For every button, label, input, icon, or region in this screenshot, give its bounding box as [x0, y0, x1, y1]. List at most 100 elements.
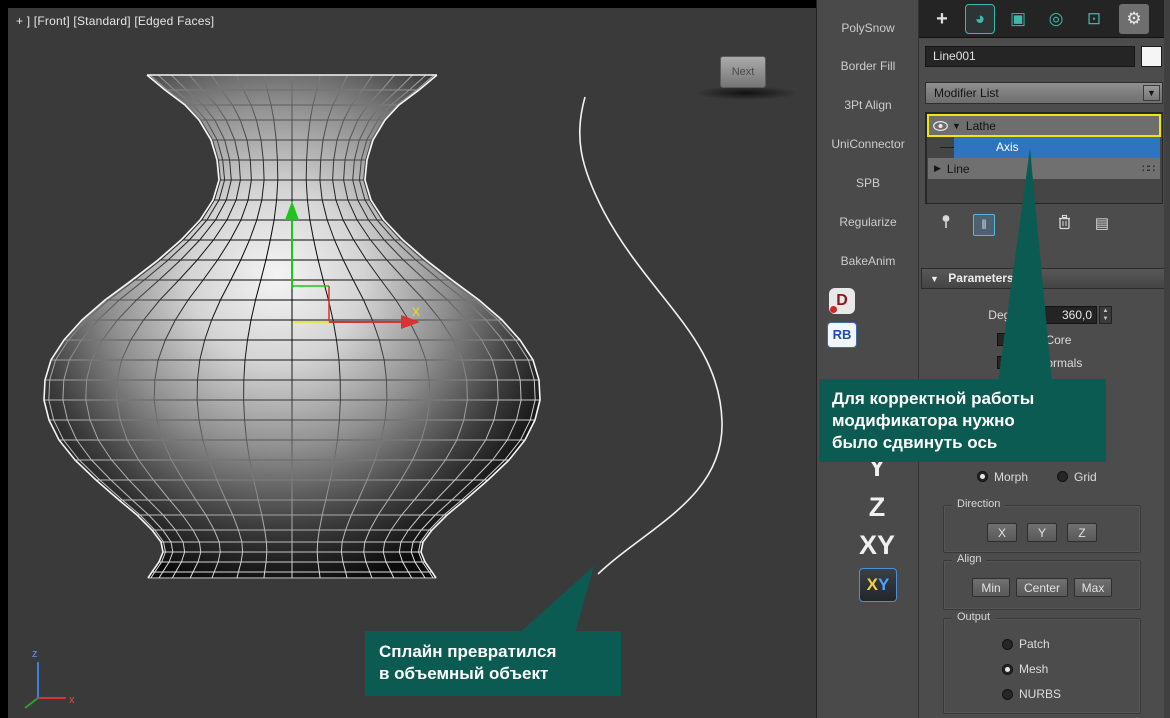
- stack-line-label: Line: [946, 161, 970, 176]
- axis-callout-line3: было сдвинуть ось: [832, 433, 998, 452]
- stack-lathe-label: Lathe: [965, 118, 996, 133]
- weld-core-checkbox[interactable]: [997, 333, 1010, 346]
- tripod-x-label: x: [69, 694, 75, 706]
- direction-x-button[interactable]: X: [987, 523, 1017, 542]
- rollout-arrow-icon: ▼: [930, 274, 939, 284]
- command-panel: + ◕ ▣ ◎ ⊡ ⚙ Line001 Modifier List ▼ ▼ La…: [918, 0, 1170, 718]
- parameters-rollout-header[interactable]: ▼ Parameters: [921, 268, 1169, 289]
- viewport-label[interactable]: + ] [Front] [Standard] [Edged Faces]: [16, 14, 214, 28]
- spline-callout-line2: в объемный объект: [379, 664, 549, 683]
- patch-label: Patch: [1019, 637, 1050, 651]
- grid-label: Grid: [1074, 470, 1097, 484]
- plugin-rb-icon[interactable]: RB: [827, 322, 857, 348]
- plugin-d-icon[interactable]: D: [829, 288, 855, 314]
- degrees-spinner[interactable]: ▲ ▼: [1099, 306, 1112, 324]
- align-center-button[interactable]: Center: [1016, 578, 1068, 597]
- vase-wireframe[interactable]: [43, 74, 541, 579]
- modifiers-toolbar: PolySnow Border Fill 3Pt Align UniConnec…: [816, 0, 918, 718]
- toolbar-button-bakeanim[interactable]: BakeAnim: [818, 250, 918, 272]
- spline-callout-line1: Сплайн превратился: [379, 642, 557, 661]
- degrees-label: Degrees:: [988, 308, 1037, 322]
- remove-modifier-trash-icon[interactable]: [1053, 214, 1075, 236]
- viewport-canvas[interactable]: X z x: [8, 8, 816, 718]
- object-color-swatch[interactable]: [1141, 46, 1162, 67]
- spinner-up-icon[interactable]: ▲: [1100, 307, 1111, 315]
- align-group: Align Min Center Max: [943, 553, 1141, 610]
- xy-icon-y: Y: [878, 575, 890, 594]
- motion-tab-icon[interactable]: ◎: [1041, 4, 1071, 34]
- hierarchy-tab-icon[interactable]: ▣: [1003, 4, 1033, 34]
- next-button[interactable]: Next: [720, 56, 766, 88]
- align-max-button[interactable]: Max: [1074, 578, 1112, 597]
- spline-callout: Сплайн превратился в объемный объект: [365, 631, 621, 696]
- stack-item-lathe[interactable]: ▼ Lathe: [927, 114, 1161, 137]
- output-group-label: Output: [952, 611, 996, 623]
- viewport-front[interactable]: + ] [Front] [Standard] [Edged Faces] X z…: [8, 8, 816, 718]
- show-end-result-icon[interactable]: ‖: [973, 214, 995, 236]
- xy-icon-x: X: [866, 575, 878, 594]
- display-tab-icon[interactable]: ⊡: [1079, 4, 1109, 34]
- axis-callout-line1: Для корректной работы: [832, 389, 1035, 408]
- eye-icon[interactable]: [933, 120, 948, 131]
- direction-group: Direction X Y Z: [943, 498, 1141, 553]
- spinner-down-icon[interactable]: ▼: [1100, 315, 1111, 323]
- toolbar-button-uniconnector[interactable]: UniConnector: [818, 133, 918, 155]
- chevron-down-icon[interactable]: ▼: [1143, 85, 1160, 101]
- direction-z-button[interactable]: Z: [1067, 523, 1097, 542]
- toolbar-button-polysnow[interactable]: PolySnow: [818, 17, 918, 39]
- constraint-z-button[interactable]: Z: [847, 492, 907, 523]
- expand-down-icon[interactable]: ▼: [952, 121, 961, 131]
- direction-group-label: Direction: [952, 498, 1006, 510]
- toolbar-button-3pt-align[interactable]: 3Pt Align: [818, 94, 918, 116]
- stack-item-line[interactable]: ▶ Line ∷∷: [928, 158, 1160, 179]
- parameters-title: Parameters: [948, 271, 1014, 285]
- mesh-radio[interactable]: [1002, 664, 1013, 675]
- stack-axis-label[interactable]: Axis: [954, 137, 1160, 158]
- weld-core-label: Weld Core: [1015, 333, 1072, 347]
- pin-stack-icon[interactable]: [935, 214, 957, 236]
- nurbs-radio[interactable]: [1002, 689, 1013, 700]
- drag-handle-icon[interactable]: ∷∷: [1142, 162, 1155, 175]
- toolbar-button-border-fill[interactable]: Border Fill: [818, 55, 918, 77]
- degrees-input[interactable]: 360,0: [1043, 306, 1097, 324]
- axis-callout-line2: модификатора нужно: [832, 411, 1015, 430]
- stack-item-axis[interactable]: Axis: [928, 137, 1160, 158]
- axis-tripod-icon: z x: [24, 648, 75, 709]
- degrees-row: Degrees: 360,0 ▲ ▼: [919, 305, 1170, 325]
- nurbs-label: NURBS: [1019, 687, 1062, 701]
- object-name-field[interactable]: Line001: [925, 46, 1135, 67]
- output-group: Output Patch Mesh NURBS: [943, 611, 1141, 714]
- align-min-button[interactable]: Min: [972, 578, 1010, 597]
- modifier-list-dropdown[interactable]: Modifier List ▼: [925, 82, 1163, 104]
- modifier-stack: ▼ Lathe Axis ▶ Line ∷∷: [925, 112, 1163, 204]
- mesh-label: Mesh: [1019, 662, 1049, 676]
- make-unique-icon[interactable]: [1017, 214, 1039, 236]
- spline-curve[interactable]: [578, 96, 723, 575]
- stack-toolbar: ‖ ▤: [919, 212, 1170, 238]
- configure-modifier-sets-icon[interactable]: ▤: [1091, 214, 1113, 236]
- expand-right-icon[interactable]: ▶: [934, 163, 941, 174]
- tripod-z-label: z: [32, 648, 38, 660]
- toolbar-button-spb[interactable]: SPB: [818, 172, 918, 194]
- modifier-list-label: Modifier List: [934, 86, 999, 100]
- flip-normals-label: Flip Normals: [1015, 356, 1083, 370]
- next-button-shadow: [694, 86, 798, 100]
- constraint-xy-plane-icon[interactable]: XY: [859, 568, 897, 602]
- command-panel-tabbar: + ◕ ▣ ◎ ⊡ ⚙: [919, 0, 1170, 38]
- application-window: + ] [Front] [Standard] [Edged Faces] X z…: [0, 0, 1170, 718]
- direction-y-button[interactable]: Y: [1027, 523, 1057, 542]
- patch-radio[interactable]: [1002, 639, 1013, 650]
- utilities-tab-icon[interactable]: ⚙: [1119, 4, 1149, 34]
- gizmo-x-label: X: [412, 305, 420, 319]
- create-tab-icon[interactable]: +: [927, 4, 957, 34]
- modify-tab-icon[interactable]: ◕: [965, 4, 995, 34]
- flip-normals-row: ✓ Flip Normals: [919, 353, 1170, 373]
- axis-callout: Для корректной работы модификатора нужно…: [819, 379, 1106, 462]
- grid-radio[interactable]: [1057, 471, 1068, 482]
- panel-scrollbar[interactable]: [1164, 0, 1170, 718]
- toolbar-button-regularize[interactable]: Regularize: [818, 211, 918, 233]
- flip-normals-checkbox[interactable]: ✓: [997, 356, 1010, 369]
- morph-radio[interactable]: [977, 471, 988, 482]
- constraint-xy-button[interactable]: XY: [847, 530, 907, 561]
- morph-label: Morph: [994, 470, 1029, 484]
